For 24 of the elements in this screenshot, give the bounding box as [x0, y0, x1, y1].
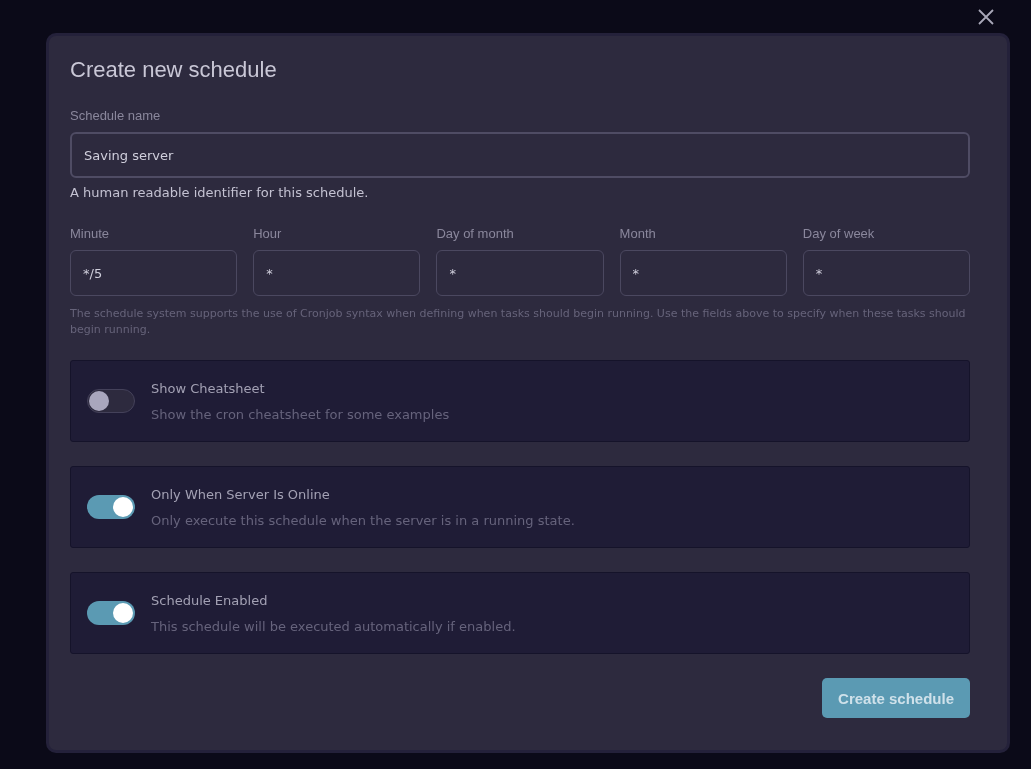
- field-label: Schedule name: [70, 108, 162, 123]
- option-description: Only execute this schedule when the server is in a running state.: [151, 512, 575, 528]
- input-field[interactable]: *: [619, 250, 787, 296]
- field-label: Month: [619, 226, 657, 241]
- field-label: Day of month: [436, 226, 515, 241]
- close-icon[interactable]: [978, 9, 994, 25]
- option-title: Only When Server Is Online: [151, 486, 331, 502]
- help-text: A human readable identifier for this schedule.: [70, 185, 370, 200]
- option-description: Show the cron cheatsheet for some examples: [151, 406, 450, 422]
- toggle-switch[interactable]: [87, 389, 135, 413]
- input-field[interactable]: Saving server: [70, 132, 970, 178]
- option-description: This schedule will be executed automatically if enabled.: [151, 618, 516, 634]
- input-field[interactable]: *: [802, 250, 970, 296]
- toggle-switch[interactable]: [87, 495, 135, 519]
- field-label: Hour: [253, 226, 283, 241]
- input-field[interactable]: */5: [70, 250, 238, 296]
- toggle-switch[interactable]: [87, 601, 135, 625]
- input-field[interactable]: *: [253, 250, 421, 296]
- input-field[interactable]: *: [436, 250, 604, 296]
- field-label: Day of week: [802, 226, 876, 241]
- field-label: Minute: [70, 226, 111, 241]
- option-title: Show Cheatsheet: [151, 380, 266, 396]
- dialog-title: Create new schedule: [70, 57, 278, 83]
- option-title: Schedule Enabled: [151, 592, 269, 608]
